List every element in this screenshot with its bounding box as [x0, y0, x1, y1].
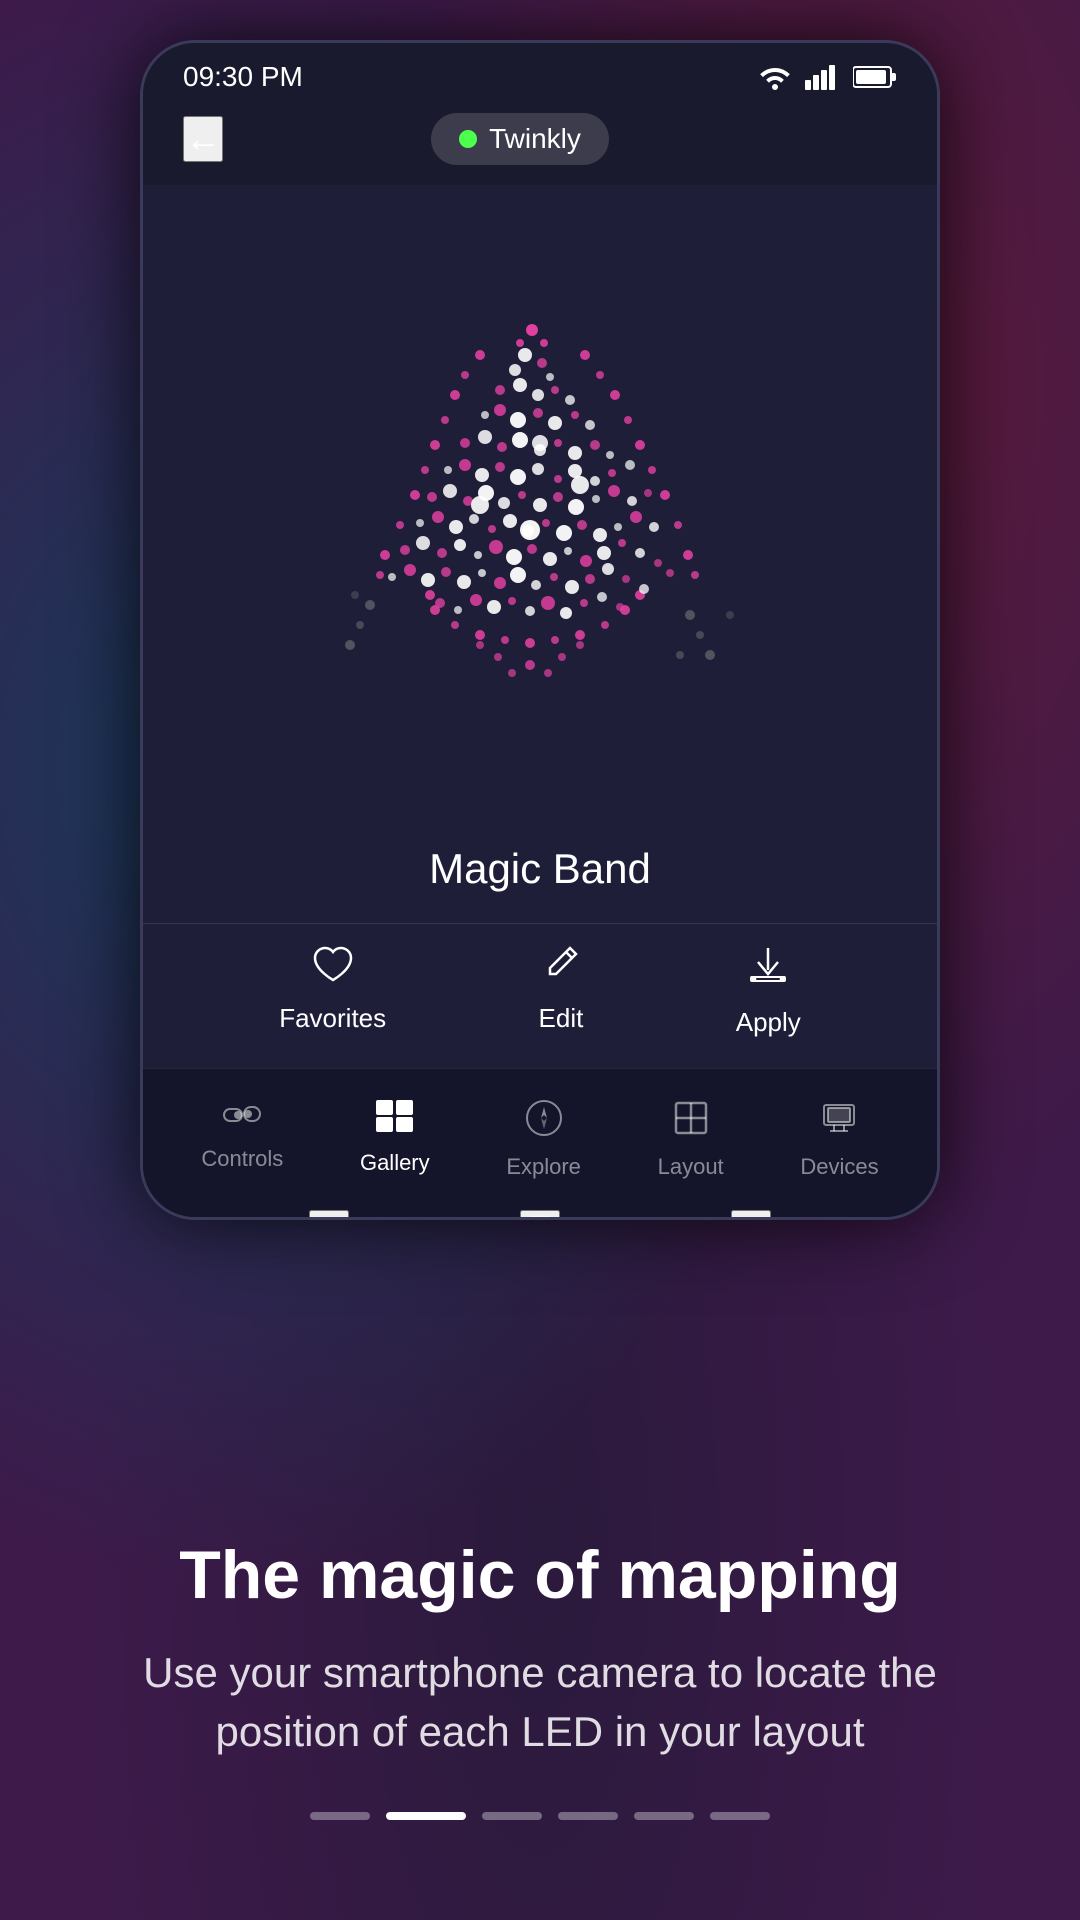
status-icons: [757, 64, 897, 90]
recent-apps-button[interactable]: [309, 1210, 349, 1220]
home-button[interactable]: [520, 1210, 560, 1220]
page-indicators: [80, 1812, 1000, 1820]
devices-icon: [820, 1099, 858, 1146]
page-dot-6[interactable]: [710, 1812, 770, 1820]
nav-tab-devices[interactable]: Devices: [780, 1089, 898, 1190]
nav-tab-layout[interactable]: Layout: [638, 1089, 744, 1190]
main-content: Magic Band Favorites Edit: [143, 185, 937, 1220]
signal-icon: [805, 64, 841, 90]
apply-button[interactable]: Apply: [736, 944, 801, 1038]
bottom-subtitle: Use your smartphone camera to locate the…: [80, 1644, 1000, 1762]
page-dot-2[interactable]: [386, 1812, 466, 1820]
twinkly-label: Twinkly: [489, 123, 581, 155]
download-icon: [746, 944, 790, 997]
page-dot-4[interactable]: [558, 1812, 618, 1820]
status-time: 09:30 PM: [183, 61, 303, 93]
gallery-icon: [375, 1099, 415, 1142]
gallery-tab-label: Gallery: [360, 1150, 430, 1176]
bottom-section: The magic of mapping Use your smartphone…: [0, 1476, 1080, 1920]
edit-button[interactable]: Edit: [539, 944, 584, 1038]
favorites-button[interactable]: Favorites: [279, 944, 386, 1038]
heart-icon: [311, 944, 355, 993]
nav-tabs: Controls Gallery: [143, 1089, 937, 1190]
wifi-icon: [757, 64, 793, 90]
back-system-button[interactable]: [731, 1210, 771, 1220]
connection-dot: [459, 130, 477, 148]
effect-name: Magic Band: [429, 825, 651, 923]
page-dot-1[interactable]: [310, 1812, 370, 1820]
top-nav: ← Twinkly: [143, 103, 937, 185]
action-bar: Favorites Edit: [143, 923, 937, 1068]
page-dot-3[interactable]: [482, 1812, 542, 1820]
layout-icon: [672, 1099, 710, 1146]
bottom-title: The magic of mapping: [80, 1536, 1000, 1614]
phone-frame: 09:30 PM ← Twinkly: [140, 40, 940, 1220]
back-button[interactable]: ←: [183, 116, 223, 162]
bottom-nav: Controls Gallery: [143, 1068, 937, 1220]
apply-label: Apply: [736, 1007, 801, 1038]
explore-tab-label: Explore: [506, 1154, 581, 1180]
edit-label: Edit: [539, 1003, 584, 1034]
nav-tab-gallery[interactable]: Gallery: [340, 1089, 450, 1190]
compass-icon: [525, 1099, 563, 1146]
led-tree-svg: [280, 195, 800, 815]
status-bar: 09:30 PM: [143, 43, 937, 103]
nav-tab-explore[interactable]: Explore: [486, 1089, 601, 1190]
system-nav: [143, 1190, 937, 1220]
favorites-label: Favorites: [279, 1003, 386, 1034]
controls-tab-label: Controls: [201, 1146, 283, 1172]
layout-tab-label: Layout: [658, 1154, 724, 1180]
tree-visualization: [143, 185, 937, 825]
nav-tab-controls[interactable]: Controls: [181, 1089, 303, 1190]
battery-icon: [853, 64, 897, 90]
twinkly-badge: Twinkly: [431, 113, 609, 165]
controls-icon: [222, 1099, 262, 1138]
pencil-icon: [542, 944, 580, 993]
devices-tab-label: Devices: [800, 1154, 878, 1180]
page-dot-5[interactable]: [634, 1812, 694, 1820]
